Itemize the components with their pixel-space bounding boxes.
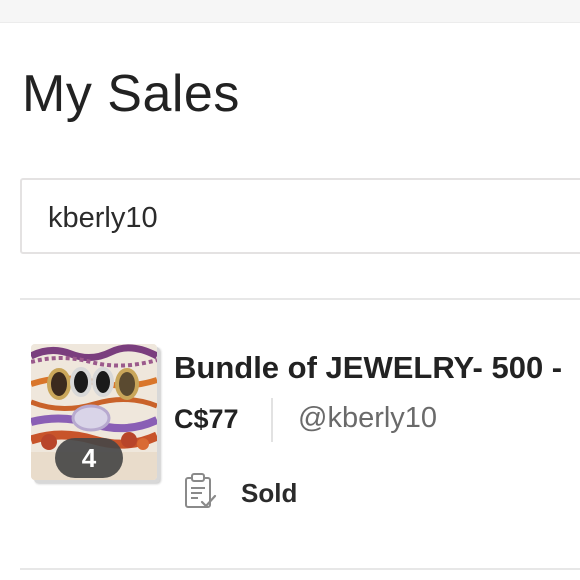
status-label: Sold (241, 478, 298, 508)
listing-thumbnail[interactable]: 4 (31, 344, 157, 480)
image-count-badge: 4 (55, 438, 123, 478)
divider (20, 568, 580, 570)
top-bar (0, 0, 580, 23)
seller-username[interactable]: @kberly10 (298, 402, 437, 435)
meta-divider (271, 398, 273, 442)
listing-title[interactable]: Bundle of JEWELRY- 500 - (174, 350, 562, 386)
search-box[interactable] (20, 178, 580, 254)
search-input[interactable] (48, 200, 568, 236)
divider (20, 298, 580, 300)
page-title: My Sales (22, 65, 240, 123)
listing-price: C$77 (174, 404, 239, 434)
clipboard-check-icon (182, 472, 218, 515)
